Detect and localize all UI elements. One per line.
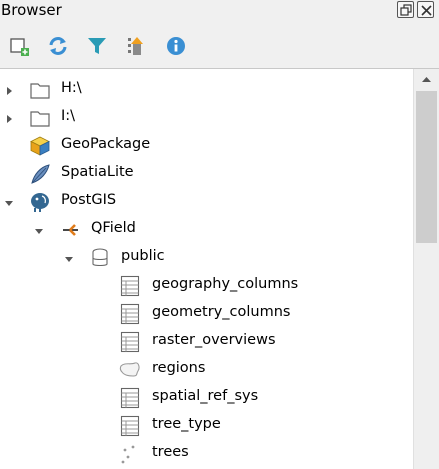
tree-item-label: geography_columns (152, 276, 299, 292)
geopackage-icon (29, 135, 51, 157)
tree-item-label: spatial_ref_sys (152, 388, 259, 404)
table-icon (119, 387, 141, 409)
tree-item-label: QField (91, 220, 136, 236)
collapse-arrow-icon[interactable] (64, 252, 74, 262)
postgis-icon (29, 191, 51, 213)
tree-item-label: GeoPackage (61, 136, 151, 152)
tree-item[interactable]: tree_type (0, 411, 413, 439)
filter-icon (88, 38, 106, 54)
tree-item[interactable]: geography_columns (0, 271, 413, 299)
tree-item[interactable]: QField (0, 215, 413, 243)
tree-item[interactable]: SpatiaLite (0, 159, 413, 187)
tree-item-label: tree_type (152, 416, 221, 432)
tree-item-label: SpatiaLite (61, 164, 134, 180)
filter-button[interactable] (86, 35, 108, 57)
tree-item[interactable]: PostGIS (0, 187, 413, 215)
properties-button[interactable] (165, 35, 187, 57)
scroll-up-button[interactable] (414, 69, 439, 91)
tree-item-label: PostGIS (61, 192, 117, 208)
tree-item[interactable]: I:\ (0, 103, 413, 131)
tree-item[interactable]: spatial_ref_sys (0, 383, 413, 411)
collapse-arrow-icon[interactable] (4, 196, 14, 206)
float-panel-button[interactable] (397, 1, 414, 18)
panel-title: Browser (1, 1, 62, 19)
info-icon (167, 37, 185, 55)
folder-icon (29, 107, 51, 129)
table-icon (119, 303, 141, 325)
scroll-up-arrow-icon (422, 77, 431, 82)
folder-icon (29, 79, 51, 101)
table-icon (119, 331, 141, 353)
float-icon (400, 4, 412, 16)
tree-item-label: I:\ (61, 108, 76, 124)
expand-arrow-icon[interactable] (4, 84, 14, 95)
tree-item[interactable]: geometry_columns (0, 299, 413, 327)
point-layer-icon (119, 443, 141, 465)
add-layer-icon (10, 38, 29, 56)
refresh-button[interactable] (47, 35, 69, 57)
tree-item[interactable]: trees (0, 439, 413, 467)
table-icon (119, 275, 141, 297)
browser-toolbar (0, 31, 439, 61)
connection-icon (59, 219, 81, 241)
tree-item[interactable]: raster_overviews (0, 327, 413, 355)
tree-item-label: raster_overviews (152, 332, 276, 348)
collapse-icon (128, 37, 143, 55)
tree-item-label: geometry_columns (152, 304, 291, 320)
tree-item[interactable]: public (0, 243, 413, 271)
spatialite-icon (29, 163, 51, 185)
refresh-icon (49, 37, 67, 55)
tree-item[interactable]: regions (0, 355, 413, 383)
scrollbar-thumb[interactable] (416, 91, 437, 243)
schema-icon (89, 247, 111, 269)
collapse-arrow-icon[interactable] (34, 224, 44, 234)
tree-item-label: public (121, 248, 165, 264)
polygon-layer-icon (119, 359, 141, 381)
expand-arrow-icon[interactable] (4, 112, 14, 123)
browser-tree[interactable]: H:\ I:\ GeoPackage SpatiaLite PostGIS QField p… (0, 68, 439, 469)
vertical-scrollbar[interactable] (413, 69, 439, 469)
tree-item[interactable]: H:\ (0, 75, 413, 103)
add-selected-layers-button[interactable] (8, 35, 30, 57)
tree-item-label: H:\ (61, 80, 82, 96)
tree-item[interactable]: GeoPackage (0, 131, 413, 159)
panel-title-bar: Browser (0, 0, 439, 22)
close-icon (421, 5, 432, 16)
collapse-all-button[interactable] (125, 35, 147, 57)
tree-item-label: trees (152, 444, 189, 460)
close-panel-button[interactable] (417, 1, 434, 18)
tree-item-label: regions (152, 360, 206, 376)
table-icon (119, 415, 141, 437)
